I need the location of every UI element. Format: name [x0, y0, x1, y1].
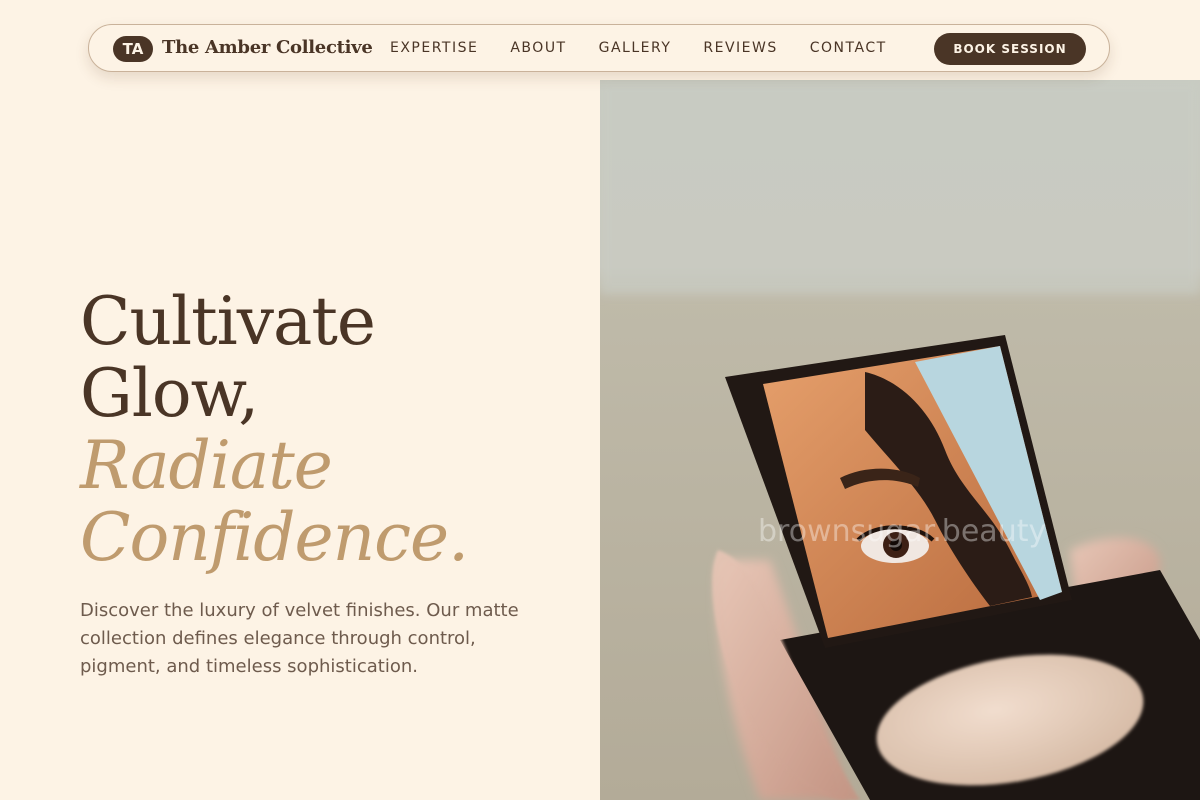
brand-logo-badge[interactable]: TA — [113, 36, 153, 62]
nav-link-about[interactable]: ABOUT — [510, 40, 566, 56]
image-watermark: brownsugar.beauty — [758, 514, 1047, 549]
nav-link-reviews[interactable]: REVIEWS — [703, 40, 777, 56]
hero-title-line-2: Glow, — [80, 355, 259, 432]
hero-accent-line-1: Radiate — [80, 427, 333, 504]
hero-description: Discover the luxury of velvet finishes. … — [80, 600, 519, 677]
nav-link-expertise[interactable]: EXPERTISE — [390, 40, 478, 56]
hero-title-line-1: Cultivate — [80, 283, 376, 360]
top-navigation: TA The Amber Collective EXPERTISE ABOUT … — [88, 24, 1110, 72]
book-session-button[interactable]: BOOK SESSION — [934, 33, 1086, 65]
nav-links: EXPERTISE ABOUT GALLERY REVIEWS CONTACT — [390, 40, 919, 56]
hero-image-compact-mirror — [600, 80, 1200, 800]
hero-accent-line-2: Confidence. — [80, 499, 469, 576]
brand-name[interactable]: The Amber Collective — [162, 37, 373, 58]
nav-link-gallery[interactable]: GALLERY — [599, 40, 672, 56]
nav-link-contact[interactable]: CONTACT — [810, 40, 887, 56]
hero-title: Cultivate Glow, Radiate Confidence. — [80, 283, 469, 576]
